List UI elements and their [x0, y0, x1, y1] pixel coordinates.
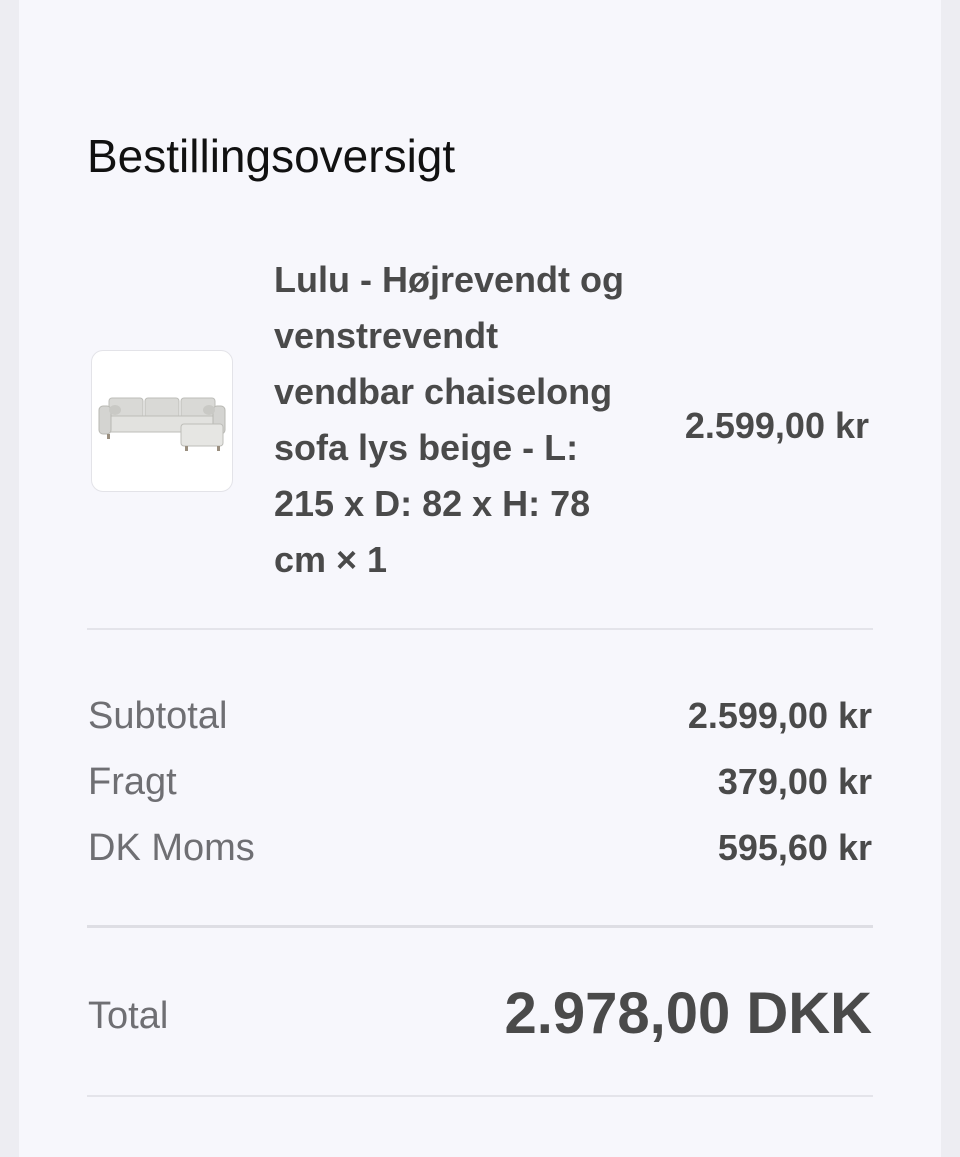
divider [87, 925, 873, 928]
divider [87, 1095, 873, 1097]
divider [87, 628, 873, 630]
order-summary-title: Bestillingsoversigt [87, 130, 456, 182]
total-row: Total 2.978,00 DKK [88, 978, 872, 1050]
shipping-label: Fragt [88, 761, 177, 803]
total-value: 2.978,00 DKK [504, 981, 872, 1046]
shipping-row: Fragt 379,00 kr [88, 756, 872, 808]
product-thumbnail [91, 350, 233, 492]
shipping-value: 379,00 kr [717, 761, 872, 802]
product-name: Lulu - Højrevendt og venstrevendt vendba… [274, 259, 624, 580]
product-price: 2.599,00 kr [684, 405, 869, 446]
subtotal-label: Subtotal [88, 695, 228, 737]
vat-label: DK Moms [88, 827, 255, 869]
total-label: Total [88, 995, 169, 1037]
vat-row: DK Moms 595,60 kr [88, 822, 872, 874]
sofa-image-icon [98, 397, 226, 451]
subtotal-value: 2.599,00 kr [687, 695, 872, 736]
subtotal-row: Subtotal 2.599,00 kr [88, 690, 872, 742]
vat-value: 595,60 kr [717, 827, 872, 868]
